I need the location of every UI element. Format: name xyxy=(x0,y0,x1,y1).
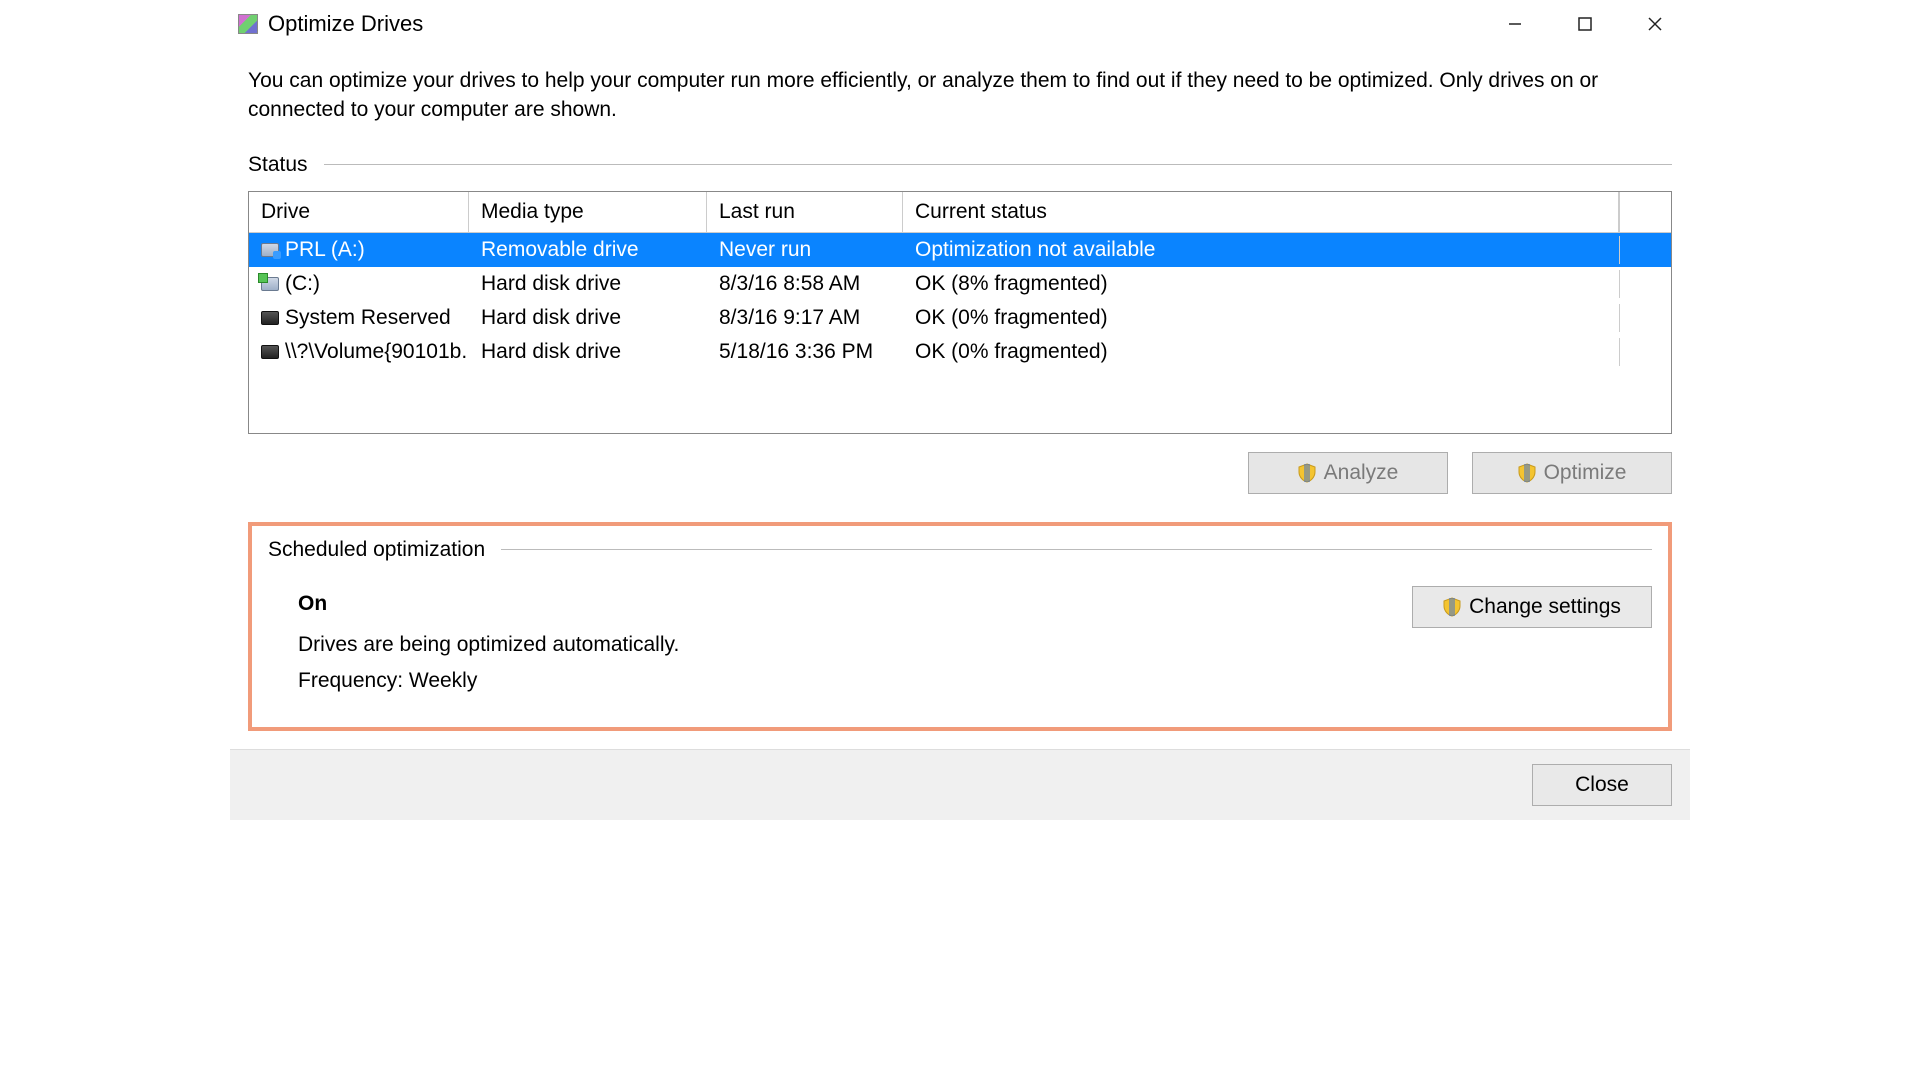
maximize-icon xyxy=(1578,17,1592,31)
drive-media: Hard disk drive xyxy=(469,338,707,366)
drive-last-run: 8/3/16 8:58 AM xyxy=(707,270,903,298)
status-label-text: Status xyxy=(248,153,308,177)
divider xyxy=(501,549,1652,550)
drive-status: Optimization not available xyxy=(903,236,1619,264)
col-header-last[interactable]: Last run xyxy=(707,192,903,233)
analyze-button[interactable]: Analyze xyxy=(1248,452,1448,494)
drive-icon xyxy=(261,277,279,291)
col-header-status[interactable]: Current status xyxy=(903,192,1619,233)
close-window-button[interactable] xyxy=(1620,2,1690,46)
optimize-drives-window: Optimize Drives You can optimize your dr… xyxy=(230,0,1690,820)
maximize-button[interactable] xyxy=(1550,2,1620,46)
status-section-label: Status xyxy=(248,153,1672,177)
drive-media: Hard disk drive xyxy=(469,304,707,332)
table-body: PRL (A:) Removable driveNever runOptimiza… xyxy=(249,233,1671,433)
drive-last-run: Never run xyxy=(707,236,903,264)
drive-name: (C:) xyxy=(285,272,320,296)
drive-last-run: 5/18/16 3:36 PM xyxy=(707,338,903,366)
optimize-button[interactable]: Optimize xyxy=(1472,452,1672,494)
titlebar: Optimize Drives xyxy=(230,0,1690,48)
drive-name: PRL (A:) xyxy=(285,238,365,262)
drive-name: System Reserved xyxy=(285,306,451,330)
window-title: Optimize Drives xyxy=(268,11,423,37)
table-header: Drive Media type Last run Current status xyxy=(249,192,1671,233)
drive-name: \\?\Volume{90101b... xyxy=(285,340,469,364)
drive-media: Removable drive xyxy=(469,236,707,264)
change-settings-label: Change settings xyxy=(1469,595,1621,619)
drive-media: Hard disk drive xyxy=(469,270,707,298)
drive-status: OK (0% fragmented) xyxy=(903,304,1619,332)
optimize-label: Optimize xyxy=(1544,461,1627,485)
close-icon xyxy=(1648,17,1662,31)
minimize-button[interactable] xyxy=(1480,2,1550,46)
scheduled-state: On xyxy=(298,586,1392,622)
analyze-label: Analyze xyxy=(1324,461,1399,485)
table-row[interactable]: System Reserved Hard disk drive8/3/16 9:1… xyxy=(249,301,1671,335)
drive-last-run: 8/3/16 9:17 AM xyxy=(707,304,903,332)
col-header-scroll xyxy=(1619,192,1671,233)
shield-icon xyxy=(1443,597,1461,617)
close-label: Close xyxy=(1575,773,1629,797)
scheduled-section-label: Scheduled optimization xyxy=(268,538,1652,562)
table-row[interactable]: \\?\Volume{90101b...Hard disk drive5/18/… xyxy=(249,335,1671,369)
footer: Close xyxy=(230,749,1690,820)
intro-text: You can optimize your drives to help you… xyxy=(248,66,1672,125)
drive-status: OK (8% fragmented) xyxy=(903,270,1619,298)
drive-icon xyxy=(261,345,279,359)
scheduled-optimization-section: Scheduled optimization On Drives are bei… xyxy=(248,522,1672,731)
app-icon xyxy=(238,14,258,34)
drive-status: OK (0% fragmented) xyxy=(903,338,1619,366)
drives-table: Drive Media type Last run Current status… xyxy=(248,191,1672,434)
drive-icon xyxy=(261,243,279,257)
scheduled-desc: Drives are being optimized automatically… xyxy=(298,627,1392,663)
shield-icon xyxy=(1518,463,1536,483)
minimize-icon xyxy=(1508,17,1522,31)
shield-icon xyxy=(1298,463,1316,483)
col-header-media[interactable]: Media type xyxy=(469,192,707,233)
scheduled-frequency: Frequency: Weekly xyxy=(298,663,1392,699)
table-row[interactable]: PRL (A:) Removable driveNever runOptimiza… xyxy=(249,233,1671,267)
table-row[interactable]: (C:) Hard disk drive8/3/16 8:58 AMOK (8% … xyxy=(249,267,1671,301)
divider xyxy=(324,164,1672,165)
close-button[interactable]: Close xyxy=(1532,764,1672,806)
col-header-drive[interactable]: Drive xyxy=(249,192,469,233)
change-settings-button[interactable]: Change settings xyxy=(1412,586,1652,628)
scheduled-label-text: Scheduled optimization xyxy=(268,538,485,562)
drive-icon xyxy=(261,311,279,325)
